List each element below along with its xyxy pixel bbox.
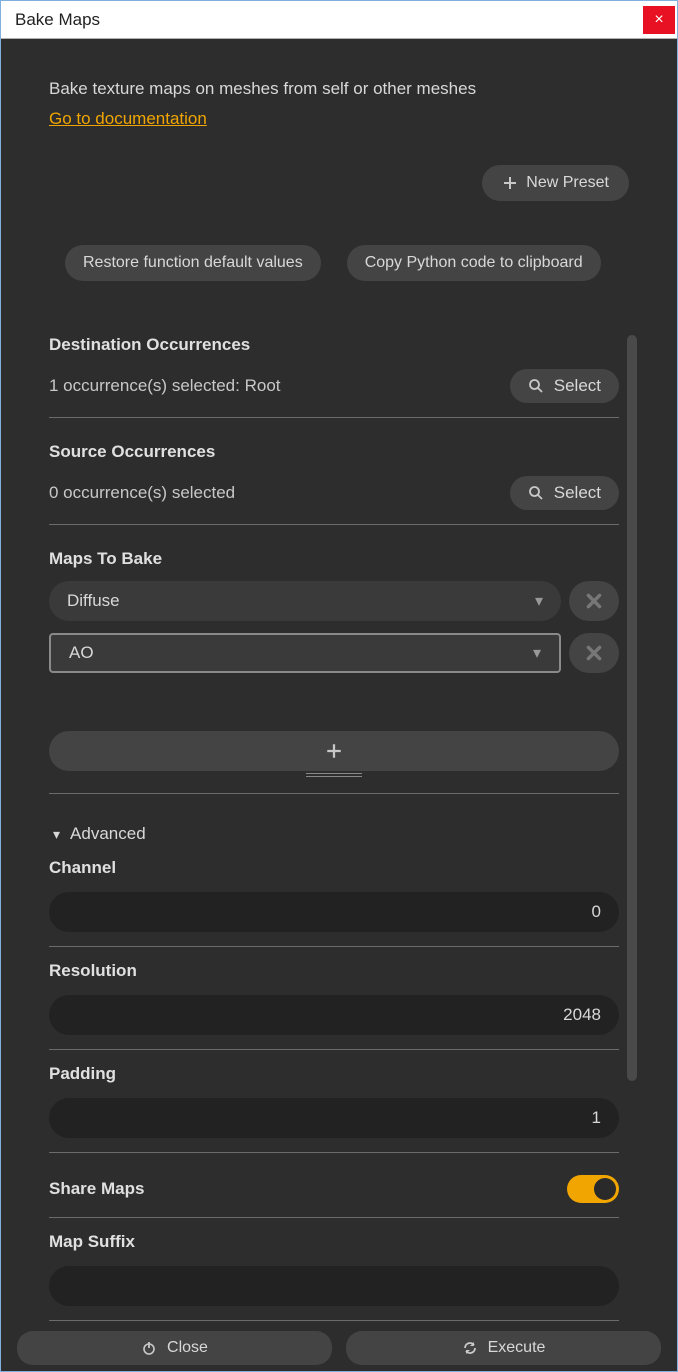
source-select-button[interactable]: Select — [510, 476, 619, 510]
map-row: AO ▾ — [49, 633, 619, 673]
close-button[interactable]: Close — [17, 1331, 332, 1365]
resize-grip-icon[interactable] — [306, 771, 362, 777]
close-icon: × — [654, 11, 663, 29]
window-title: Bake Maps — [15, 10, 100, 30]
destination-select-button[interactable]: Select — [510, 369, 619, 403]
divider — [49, 417, 619, 418]
remove-map-button[interactable] — [569, 633, 619, 673]
divider — [49, 946, 619, 947]
copy-python-button[interactable]: Copy Python code to clipboard — [347, 245, 601, 281]
power-icon — [141, 1340, 157, 1356]
restore-defaults-button[interactable]: Restore function default values — [65, 245, 321, 281]
share-maps-toggle[interactable] — [567, 1175, 619, 1203]
description-text: Bake texture maps on meshes from self or… — [49, 79, 629, 99]
chevron-down-icon: ▾ — [535, 591, 543, 611]
select-label: Select — [554, 483, 601, 503]
destination-occurrences-value: 1 occurrence(s) selected: Root — [49, 376, 281, 396]
resolution-header: Resolution — [49, 961, 619, 981]
resolution-input[interactable]: 2048 — [49, 995, 619, 1035]
documentation-link[interactable]: Go to documentation — [49, 109, 207, 129]
remove-map-button[interactable] — [569, 581, 619, 621]
divider — [49, 1152, 619, 1153]
resolution-value: 2048 — [563, 1005, 601, 1025]
channel-value: 0 — [592, 902, 601, 922]
padding-value: 1 — [592, 1108, 601, 1128]
map-type-value: AO — [69, 643, 94, 663]
new-preset-button[interactable]: New Preset — [482, 165, 629, 201]
scrollbar[interactable] — [627, 335, 637, 1291]
source-occurrences-value: 0 occurrence(s) selected — [49, 483, 235, 503]
destination-occurrences-header: Destination Occurrences — [49, 335, 619, 355]
advanced-toggle[interactable]: ▾ Advanced — [53, 824, 619, 844]
execute-label: Execute — [488, 1339, 546, 1357]
channel-header: Channel — [49, 858, 619, 878]
search-icon — [528, 485, 544, 501]
map-suffix-header: Map Suffix — [49, 1232, 619, 1252]
divider — [49, 1217, 619, 1218]
divider — [49, 524, 619, 525]
chevron-down-icon: ▾ — [533, 643, 541, 663]
divider — [49, 1049, 619, 1050]
plus-icon — [502, 175, 518, 191]
new-preset-label: New Preset — [526, 174, 609, 192]
channel-input[interactable]: 0 — [49, 892, 619, 932]
share-maps-header: Share Maps — [49, 1179, 144, 1199]
restore-defaults-label: Restore function default values — [83, 254, 303, 272]
padding-input[interactable]: 1 — [49, 1098, 619, 1138]
chevron-down-icon: ▾ — [53, 826, 60, 843]
remove-icon — [585, 592, 603, 610]
remove-icon — [585, 644, 603, 662]
toggle-knob — [594, 1178, 616, 1200]
close-window-button[interactable]: × — [643, 6, 675, 34]
map-type-dropdown[interactable]: Diffuse ▾ — [49, 581, 561, 621]
add-map-button[interactable] — [49, 731, 619, 771]
execute-button[interactable]: Execute — [346, 1331, 661, 1365]
select-label: Select — [554, 376, 601, 396]
copy-python-label: Copy Python code to clipboard — [365, 254, 583, 272]
close-label: Close — [167, 1339, 208, 1357]
map-row: Diffuse ▾ — [49, 581, 619, 621]
divider — [49, 793, 619, 794]
map-type-dropdown[interactable]: AO ▾ — [49, 633, 561, 673]
maps-to-bake-header: Maps To Bake — [49, 549, 619, 569]
padding-header: Padding — [49, 1064, 619, 1084]
advanced-label: Advanced — [70, 824, 146, 844]
refresh-icon — [462, 1340, 478, 1356]
source-occurrences-header: Source Occurrences — [49, 442, 619, 462]
divider — [49, 1320, 619, 1321]
map-suffix-input[interactable] — [49, 1266, 619, 1306]
map-type-value: Diffuse — [67, 591, 120, 611]
scrollbar-thumb[interactable] — [627, 335, 637, 1081]
search-icon — [528, 378, 544, 394]
plus-icon — [325, 742, 343, 760]
